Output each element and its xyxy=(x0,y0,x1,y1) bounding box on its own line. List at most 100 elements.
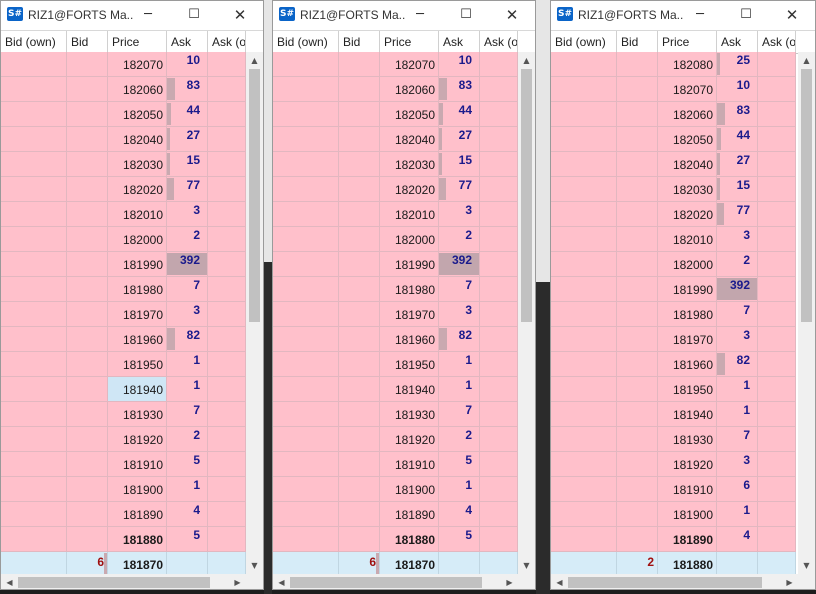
order-book-row[interactable]: 181900 1 xyxy=(551,502,796,527)
order-book-row[interactable]: 181930 7 xyxy=(1,402,246,427)
bid-own-cell[interactable] xyxy=(551,127,617,152)
bid-cell[interactable] xyxy=(617,452,658,477)
bid-own-cell[interactable] xyxy=(551,177,617,202)
bid-cell[interactable] xyxy=(67,152,108,177)
ask-cell[interactable]: 15 xyxy=(439,152,480,177)
scrollbar-thumb[interactable] xyxy=(18,577,210,588)
ask-cell[interactable]: 3 xyxy=(717,452,758,477)
bid-cell[interactable] xyxy=(617,352,658,377)
horizontal-scrollbar[interactable]: ◀ ▶ xyxy=(1,574,246,589)
ask-own-cell[interactable] xyxy=(480,252,518,277)
bid-cell[interactable] xyxy=(617,52,658,77)
order-book-row[interactable]: 182070 10 xyxy=(551,77,796,102)
ask-cell[interactable]: 77 xyxy=(717,202,758,227)
ask-cell[interactable]: 44 xyxy=(717,127,758,152)
bid-cell[interactable] xyxy=(617,377,658,402)
ask-own-cell[interactable] xyxy=(758,452,796,477)
bid-cell[interactable] xyxy=(617,152,658,177)
price-cell[interactable]: 181900 xyxy=(380,477,439,502)
ask-own-cell[interactable] xyxy=(208,427,246,452)
price-cell[interactable]: 182050 xyxy=(108,102,167,127)
ask-cell[interactable]: 1 xyxy=(439,377,480,402)
bid-own-cell[interactable] xyxy=(273,277,339,302)
order-book-row[interactable]: 182030 15 xyxy=(273,152,518,177)
bid-cell[interactable] xyxy=(339,402,380,427)
bid-own-cell[interactable] xyxy=(551,202,617,227)
order-book-row[interactable]: 182050 44 xyxy=(551,127,796,152)
ask-cell[interactable]: 27 xyxy=(167,127,208,152)
bid-cell[interactable] xyxy=(67,127,108,152)
bid-own-cell[interactable] xyxy=(273,352,339,377)
price-cell[interactable]: 181930 xyxy=(658,427,717,452)
price-cell[interactable]: 182060 xyxy=(658,102,717,127)
ask-cell[interactable]: 77 xyxy=(439,177,480,202)
bid-own-cell[interactable] xyxy=(273,152,339,177)
ask-cell[interactable]: 10 xyxy=(167,52,208,77)
bid-cell[interactable] xyxy=(617,127,658,152)
ask-cell[interactable]: 1 xyxy=(167,377,208,402)
ask-cell[interactable]: 3 xyxy=(717,327,758,352)
order-book-row[interactable]: 6 181870 xyxy=(1,552,246,576)
ask-own-cell[interactable] xyxy=(480,452,518,477)
order-book-row[interactable]: 182000 2 xyxy=(551,252,796,277)
ask-cell[interactable]: 3 xyxy=(439,202,480,227)
ask-cell[interactable]: 3 xyxy=(167,302,208,327)
price-cell[interactable]: 181910 xyxy=(380,452,439,477)
bid-own-cell[interactable] xyxy=(273,327,339,352)
ask-own-cell[interactable] xyxy=(208,277,246,302)
price-cell[interactable]: 182000 xyxy=(380,227,439,252)
order-book-row[interactable]: 181960 82 xyxy=(551,352,796,377)
column-header[interactable]: Bid (own) xyxy=(1,31,67,53)
maximize-icon[interactable]: ☐ xyxy=(171,1,217,29)
ask-cell[interactable]: 82 xyxy=(167,327,208,352)
minimize-icon[interactable]: ─ xyxy=(397,1,443,29)
close-icon[interactable]: ✕ xyxy=(489,1,535,29)
order-book-row[interactable]: 181890 4 xyxy=(1,502,246,527)
price-cell[interactable]: 181920 xyxy=(658,452,717,477)
title-bar[interactable]: S# RIZ1@FORTS Ma... ─ ☐ ✕ xyxy=(1,1,263,29)
price-cell[interactable]: 181900 xyxy=(658,502,717,527)
ask-own-cell[interactable] xyxy=(208,327,246,352)
bid-cell[interactable] xyxy=(339,502,380,527)
column-header[interactable]: Price xyxy=(658,31,717,53)
price-cell[interactable]: 181960 xyxy=(380,327,439,352)
price-cell[interactable]: 182070 xyxy=(380,52,439,77)
price-cell[interactable]: 182050 xyxy=(658,127,717,152)
order-book-row[interactable]: 182010 3 xyxy=(551,227,796,252)
order-book-row[interactable]: 182020 77 xyxy=(551,202,796,227)
price-cell[interactable]: 182060 xyxy=(380,77,439,102)
bid-own-cell[interactable] xyxy=(273,102,339,127)
bid-cell[interactable] xyxy=(617,302,658,327)
bid-cell[interactable] xyxy=(67,277,108,302)
bid-cell[interactable]: 6 xyxy=(339,552,380,576)
ask-own-cell[interactable] xyxy=(758,202,796,227)
ask-cell[interactable]: 5 xyxy=(167,527,208,552)
order-book-row[interactable]: 181950 1 xyxy=(1,352,246,377)
ask-own-cell[interactable] xyxy=(208,452,246,477)
ask-cell[interactable]: 4 xyxy=(439,502,480,527)
ask-own-cell[interactable] xyxy=(758,177,796,202)
order-book-row[interactable]: 181930 7 xyxy=(273,402,518,427)
column-header[interactable]: Bid (own) xyxy=(273,31,339,53)
order-book-row[interactable]: 181900 1 xyxy=(273,477,518,502)
bid-cell[interactable] xyxy=(617,177,658,202)
price-cell[interactable]: 181880 xyxy=(108,527,167,552)
bid-own-cell[interactable] xyxy=(273,377,339,402)
ask-cell[interactable]: 392 xyxy=(439,252,480,277)
bid-own-cell[interactable] xyxy=(273,552,339,576)
ask-own-cell[interactable] xyxy=(758,102,796,127)
ask-own-cell[interactable] xyxy=(208,252,246,277)
bid-cell[interactable] xyxy=(339,152,380,177)
ask-own-cell[interactable] xyxy=(208,302,246,327)
scroll-left-icon[interactable]: ◀ xyxy=(1,574,18,589)
order-book-row[interactable]: 182060 83 xyxy=(1,77,246,102)
bid-own-cell[interactable] xyxy=(551,377,617,402)
ask-own-cell[interactable] xyxy=(480,227,518,252)
ask-own-cell[interactable] xyxy=(758,502,796,527)
column-header[interactable]: Ask xyxy=(439,31,480,53)
order-book-row[interactable]: 182070 10 xyxy=(273,52,518,77)
price-cell[interactable]: 181910 xyxy=(658,477,717,502)
order-book-row[interactable]: 182030 15 xyxy=(551,177,796,202)
bid-cell[interactable] xyxy=(339,477,380,502)
ask-own-cell[interactable] xyxy=(480,202,518,227)
